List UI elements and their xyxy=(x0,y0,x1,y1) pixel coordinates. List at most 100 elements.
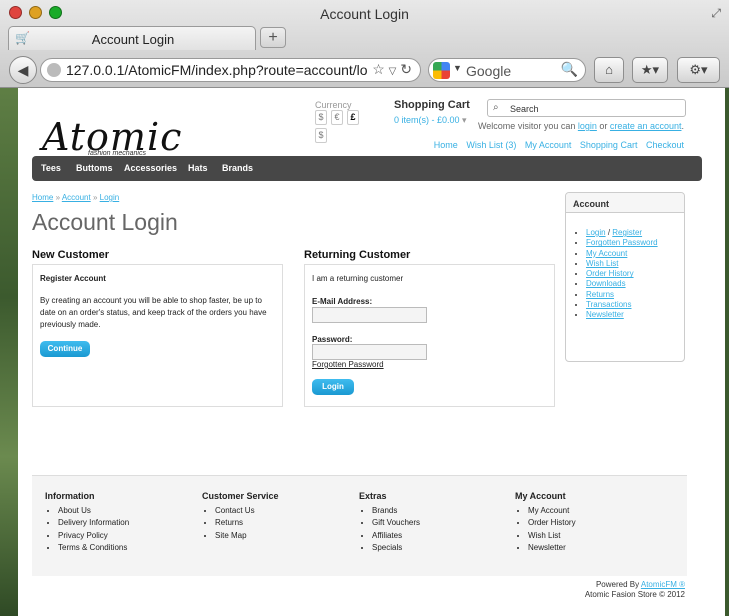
currency-label: Currency xyxy=(315,100,352,110)
footer-link-newsletter[interactable]: Newsletter xyxy=(528,543,576,555)
dropdown-icon[interactable]: ▽ xyxy=(389,66,397,77)
breadcrumb: Home » Account » Login xyxy=(32,193,120,202)
footer-column-information: Information About Us Delivery Informatio… xyxy=(45,491,129,555)
bookmark-star-icon[interactable]: ☆ xyxy=(372,61,385,77)
footer-link-terms[interactable]: Terms & Conditions xyxy=(58,543,129,555)
link-shopping-cart[interactable]: Shopping Cart xyxy=(580,140,638,150)
link-home[interactable]: Home xyxy=(434,140,458,150)
powered-by: Powered By AtomicFM ® Atomic Fasion Stor… xyxy=(584,580,685,599)
footer-column-customer-service: Customer Service Contact Us Returns Site… xyxy=(202,491,279,543)
register-account-heading: Register Account xyxy=(40,274,106,283)
create-account-link[interactable]: create an account xyxy=(610,121,682,131)
cart-title: Shopping Cart xyxy=(394,99,470,111)
footer-link-brands[interactable]: Brands xyxy=(372,506,420,518)
footer-heading-extras: Extras xyxy=(359,491,387,501)
menu-brands[interactable]: Brands xyxy=(222,163,253,173)
engine-dropdown-icon[interactable]: ▼ xyxy=(453,63,462,73)
cart-summary[interactable]: 0 item(s) - £0.00 ▾ xyxy=(394,115,470,126)
footer-link-site-map[interactable]: Site Map xyxy=(215,531,279,543)
url-actions: ☆ ▽ ↻ xyxy=(369,61,412,78)
footer-link-gift-vouchers[interactable]: Gift Vouchers xyxy=(372,518,420,530)
address-bar[interactable]: 127.0.0.1/AtomicFM/index.php?route=accou… xyxy=(40,58,421,82)
continue-button[interactable]: Continue xyxy=(40,341,90,357)
breadcrumb-login[interactable]: Login xyxy=(100,193,120,202)
navigation-toolbar: ◀ 127.0.0.1/AtomicFM/index.php?route=acc… xyxy=(0,52,729,87)
tab-account-login[interactable]: 🛒 Account Login xyxy=(8,26,256,50)
fullscreen-icon[interactable]: ⤢ xyxy=(711,6,721,21)
footer-link-specials[interactable]: Specials xyxy=(372,543,420,555)
globe-icon xyxy=(47,63,61,77)
footer-link-returns[interactable]: Returns xyxy=(215,518,279,530)
currency-euro[interactable]: € xyxy=(331,110,343,125)
password-field[interactable] xyxy=(312,344,427,360)
footer-link-order-history[interactable]: Order History xyxy=(528,518,576,530)
sidebar-item-my-account[interactable]: My Account xyxy=(586,249,627,258)
footer-link-my-account[interactable]: My Account xyxy=(528,506,576,518)
footer-link-affiliates[interactable]: Affiliates xyxy=(372,531,420,543)
footer-column-extras: Extras Brands Gift Vouchers Affiliates S… xyxy=(359,491,420,555)
google-icon[interactable] xyxy=(433,62,450,79)
forgotten-password-link[interactable]: Forgotten Password xyxy=(312,359,384,371)
sidebar-item-login-register: Login / Register xyxy=(586,228,658,238)
menu-accessories[interactable]: Accessories xyxy=(124,163,177,173)
sidebar-item-transactions[interactable]: Transactions xyxy=(586,300,632,309)
sidebar-register-link[interactable]: Register xyxy=(612,228,642,237)
reload-icon[interactable]: ↻ xyxy=(400,61,412,77)
web-page: Atomic fashion mechanics Currency $ € £ … xyxy=(18,88,725,616)
breadcrumb-home[interactable]: Home xyxy=(32,193,53,202)
tools-icon[interactable]: ⚙▾ xyxy=(677,57,720,83)
breadcrumb-account[interactable]: Account xyxy=(62,193,91,202)
link-checkout[interactable]: Checkout xyxy=(646,140,684,150)
currency-dollar-2[interactable]: $ xyxy=(315,128,327,143)
account-sidebar: Account Login / Register Forgotten Passw… xyxy=(565,192,685,362)
currency-dollar[interactable]: $ xyxy=(315,110,327,125)
back-icon[interactable]: ◀ xyxy=(9,56,37,84)
sidebar-item-wish-list[interactable]: Wish List xyxy=(586,259,618,268)
sidebar-item-returns[interactable]: Returns xyxy=(586,290,614,299)
cart-dropdown-icon[interactable]: ▾ xyxy=(462,115,467,125)
email-field[interactable] xyxy=(312,307,427,323)
top-links: Home Wish List (3) My Account Shopping C… xyxy=(428,140,684,150)
register-description: By creating an account you will be able … xyxy=(40,296,267,329)
bookmarks-icon[interactable]: ★▾ xyxy=(632,57,668,83)
link-wish-list[interactable]: Wish List (3) xyxy=(466,140,516,150)
sidebar-login-link[interactable]: Login xyxy=(586,228,606,237)
sidebar-item-forgotten-password[interactable]: Forgotten Password xyxy=(586,238,658,247)
new-customer-box: Register Account By creating an account … xyxy=(32,264,283,407)
footer-link-contact-us[interactable]: Contact Us xyxy=(215,506,279,518)
footer-heading-information: Information xyxy=(45,491,95,501)
shopping-cart[interactable]: Shopping Cart 0 item(s) - £0.00 ▾ xyxy=(394,99,470,126)
home-icon[interactable]: ⌂ xyxy=(594,57,624,83)
menu-tees[interactable]: Tees xyxy=(41,163,61,173)
search-icon[interactable]: 🔍 xyxy=(561,61,578,78)
new-tab-button[interactable]: + xyxy=(260,27,286,48)
search-engine-bar[interactable]: ▼ Google 🔍 xyxy=(428,58,586,82)
footer-link-privacy-policy[interactable]: Privacy Policy xyxy=(58,531,129,543)
powered-by-link[interactable]: AtomicFM ® xyxy=(641,580,685,589)
title-bar: Account Login ⤢ xyxy=(0,0,729,25)
currency-pound[interactable]: £ xyxy=(347,110,359,125)
link-my-account[interactable]: My Account xyxy=(525,140,572,150)
sidebar-item-newsletter[interactable]: Newsletter xyxy=(586,310,624,319)
footer-link-about-us[interactable]: About Us xyxy=(58,506,129,518)
sidebar-item-order-history[interactable]: Order History xyxy=(586,269,634,278)
desktop-background xyxy=(0,85,18,616)
copyright: Atomic Fasion Store © 2012 xyxy=(584,590,685,599)
menu-buttoms[interactable]: Buttoms xyxy=(76,163,113,173)
footer-link-wish-list[interactable]: Wish List xyxy=(528,531,576,543)
site-search[interactable]: ⌕ Search xyxy=(487,99,686,117)
tab-label: Account Login xyxy=(91,32,175,47)
menu-hats[interactable]: Hats xyxy=(188,163,208,173)
footer-link-delivery-information[interactable]: Delivery Information xyxy=(58,518,129,530)
returning-customer-box: I am a returning customer E-Mail Address… xyxy=(304,264,555,407)
page-title: Account Login xyxy=(32,209,178,235)
search-icon[interactable]: ⌕ xyxy=(493,102,499,113)
login-link[interactable]: login xyxy=(578,121,597,131)
search-engine-placeholder[interactable]: Google xyxy=(466,63,511,79)
url-text[interactable]: 127.0.0.1/AtomicFM/index.php?route=accou… xyxy=(66,62,368,78)
search-input[interactable]: Search xyxy=(510,104,539,114)
login-button[interactable]: Login xyxy=(312,379,354,395)
footer-column-my-account: My Account My Account Order History Wish… xyxy=(515,491,576,555)
returning-intro: I am a returning customer xyxy=(312,274,404,283)
sidebar-item-downloads[interactable]: Downloads xyxy=(586,279,626,288)
